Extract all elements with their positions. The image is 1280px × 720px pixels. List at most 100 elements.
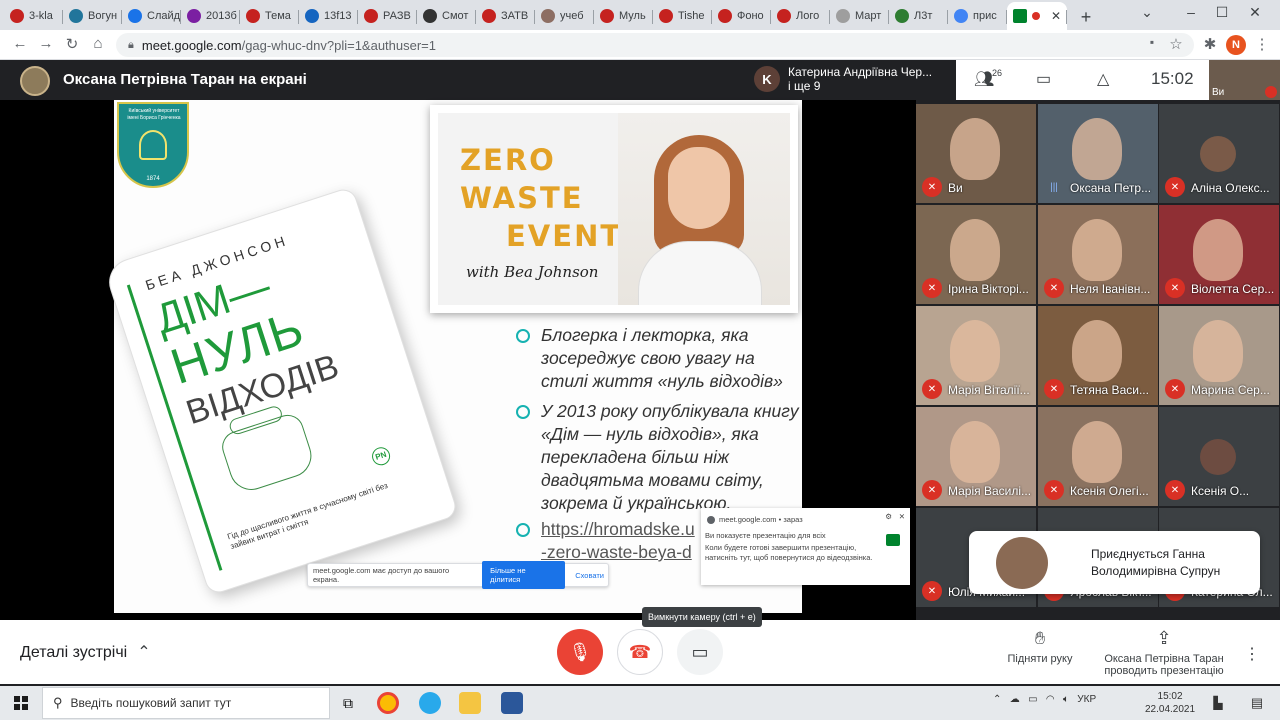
browser-tab[interactable]: Вогун xyxy=(63,2,122,30)
photo-body xyxy=(638,241,762,305)
browser-tab[interactable]: Март xyxy=(830,2,889,30)
participant-tile[interactable]: ✕ Марія Василі... xyxy=(916,407,1036,506)
participant-tile[interactable]: ||| Оксана Петр... xyxy=(1038,104,1158,203)
logo-line1: Київський університет xyxy=(128,108,180,114)
hide-share-bar-button[interactable]: Сховати xyxy=(571,566,608,585)
presenting-notification[interactable]: meet.google.com • зараз ⚙ ✕ Ви показуєте… xyxy=(701,508,910,585)
participant-name: Тетяна Васи... xyxy=(1070,383,1149,397)
task-view-icon[interactable]: ⧉ xyxy=(337,692,359,714)
participant-tile[interactable]: ✕ Неля Іванівн... xyxy=(1038,205,1158,304)
browser-tab[interactable]: Лого xyxy=(771,2,830,30)
browser-tab[interactable]: Слайд xyxy=(122,2,181,30)
close-icon[interactable]: ✕ xyxy=(1240,4,1270,21)
telegram-taskbar-icon[interactable] xyxy=(419,692,441,714)
bookmark-star-icon[interactable]: ☆ xyxy=(1166,35,1186,53)
active-browser-tab[interactable]: ✕ xyxy=(1007,2,1067,30)
browser-tab[interactable]: Тема xyxy=(240,2,299,30)
onedrive-icon[interactable]: ☁ xyxy=(1010,694,1020,705)
word-taskbar-icon[interactable] xyxy=(501,692,523,714)
close-tab-icon[interactable]: ✕ xyxy=(1051,9,1061,23)
participant-name: Марина Сер... xyxy=(1191,383,1270,397)
menu-kebab-icon[interactable]: ⋮ xyxy=(1252,35,1272,53)
stop-sharing-button[interactable]: Більше не ділитися xyxy=(482,561,566,589)
browser-tab[interactable]: РАЗВ xyxy=(358,2,417,30)
browser-tab[interactable]: 13f13 xyxy=(299,2,358,30)
new-tab-button[interactable]: + xyxy=(1073,4,1099,30)
meeting-details-button[interactable]: Деталі зустрічі ⌃ xyxy=(20,642,151,662)
notifications-icon[interactable]: ▤ xyxy=(1246,692,1268,714)
more-options-icon[interactable]: ⋮ xyxy=(1244,644,1260,664)
browser-tab[interactable]: 2013б xyxy=(181,2,240,30)
tab-favicon-icon xyxy=(482,9,496,23)
tab-label: прис xyxy=(973,10,997,22)
minimize-icon[interactable]: – xyxy=(1176,4,1206,20)
browser-tab[interactable]: Л3т xyxy=(889,2,948,30)
forward-icon[interactable]: → xyxy=(36,35,56,52)
raise-hand-label: Підняти руку xyxy=(1007,653,1073,665)
participant-tile[interactable]: ✕ Тетяна Васи... xyxy=(1038,306,1158,405)
search-icon: ⚲ xyxy=(53,695,63,710)
browser-tab[interactable]: Фоно xyxy=(712,2,771,30)
browser-tab[interactable]: учеб xyxy=(535,2,594,30)
battery-icon[interactable]: ▭ xyxy=(1028,694,1037,705)
participant-name: Ксенія Олегі... xyxy=(1070,484,1149,498)
profile-avatar[interactable]: N xyxy=(1226,35,1246,55)
windows-start-icon[interactable] xyxy=(14,696,28,710)
camera-button[interactable]: ▭ xyxy=(677,629,723,675)
camera-blocked-icon[interactable]: ▪ xyxy=(1142,35,1162,49)
participant-tile[interactable]: ✕ Марія Віталії... xyxy=(916,306,1036,405)
screen-share-bar: meet.google.com має доступ до вашого екр… xyxy=(307,561,609,589)
activities-icon[interactable]: △ xyxy=(1097,69,1109,89)
logo-mark xyxy=(139,130,167,160)
participant-tile[interactable]: ✕ Ви xyxy=(916,104,1036,203)
address-bar: ← → ↻ ⌂ 🔒︎ meet.google.com/gag-whuc-dnv?… xyxy=(0,30,1280,60)
browser-tab[interactable]: Муль xyxy=(594,2,653,30)
participant-tile[interactable]: ✕ Ксенія О... xyxy=(1159,407,1279,506)
chevron-down-icon[interactable]: ⌄ xyxy=(1132,4,1162,21)
volume-icon[interactable]: 🔈︎ xyxy=(1063,694,1069,705)
browser-tab[interactable]: Смот xyxy=(417,2,476,30)
gear-icon[interactable]: ⚙ xyxy=(885,512,892,521)
browser-tab[interactable]: ЗАТВ xyxy=(476,2,535,30)
browser-tab[interactable]: прис xyxy=(948,2,1007,30)
participant-avatar xyxy=(1200,439,1236,475)
network-icon[interactable]: ◠ xyxy=(1046,694,1055,705)
participant-tile[interactable]: ✕ Віолетта Сер... xyxy=(1159,205,1279,304)
tab-label: 13f13 xyxy=(324,10,352,22)
back-icon[interactable]: ← xyxy=(10,35,30,52)
mic-off-icon: ✕ xyxy=(922,480,942,500)
tab-label: 3-kla xyxy=(29,10,53,22)
bullet-icon xyxy=(516,329,530,343)
extensions-icon[interactable]: ✱ xyxy=(1200,35,1220,53)
participant-tile[interactable]: ✕ Ірина Вікторі... xyxy=(916,205,1036,304)
tab-label: Tishe xyxy=(678,10,705,22)
taskbar-search-input[interactable]: ⚲ Введіть пошуковий запит тут xyxy=(42,687,330,719)
participant-tile[interactable]: ✕ Аліна Олекс... xyxy=(1159,104,1279,203)
leave-call-button[interactable]: ☎ xyxy=(617,629,663,675)
reload-icon[interactable]: ↻ xyxy=(62,35,82,53)
participant-tile[interactable]: ✕ Ксенія Олегі... xyxy=(1038,407,1158,506)
tray-chevron-icon[interactable]: ⌃ xyxy=(993,694,1001,705)
raise-hand-button[interactable]: ✋︎ Підняти руку xyxy=(1002,628,1078,665)
participant-tile[interactable]: ✕ Марина Сер... xyxy=(1159,306,1279,405)
url-input[interactable]: 🔒︎ meet.google.com/gag-whuc-dnv?pli=1&au… xyxy=(116,33,1194,57)
browser-tab[interactable]: Tishe xyxy=(653,2,712,30)
chrome-taskbar-icon[interactable] xyxy=(377,692,399,714)
logo-year: 1874 xyxy=(146,176,160,182)
self-view-thumbnail[interactable]: Ви xyxy=(1209,60,1280,100)
participant-video xyxy=(1072,219,1122,281)
chat-icon[interactable]: ▭ xyxy=(1036,69,1051,89)
browser-tab[interactable]: 3-kla xyxy=(4,2,63,30)
maximize-icon[interactable]: ☐ xyxy=(1207,4,1237,21)
taskbar-clock[interactable]: 15:02 22.04.2021 xyxy=(1145,690,1195,716)
app-taskbar-icon[interactable]: ▙ xyxy=(1207,692,1229,714)
close-icon[interactable]: ✕ xyxy=(899,512,905,521)
speaker-avatar: K xyxy=(754,66,780,92)
home-icon[interactable]: ⌂ xyxy=(88,35,108,52)
language-indicator[interactable]: УКР xyxy=(1077,694,1096,705)
tab-label: Вогун xyxy=(88,10,118,22)
file-explorer-taskbar-icon[interactable] xyxy=(459,692,481,714)
presenting-status-button[interactable]: ⇪ Оксана Петрівна Таран проводить презен… xyxy=(1098,628,1230,677)
presenter-avatar xyxy=(20,66,50,96)
mic-off-button[interactable]: 🎙︎ xyxy=(557,629,603,675)
